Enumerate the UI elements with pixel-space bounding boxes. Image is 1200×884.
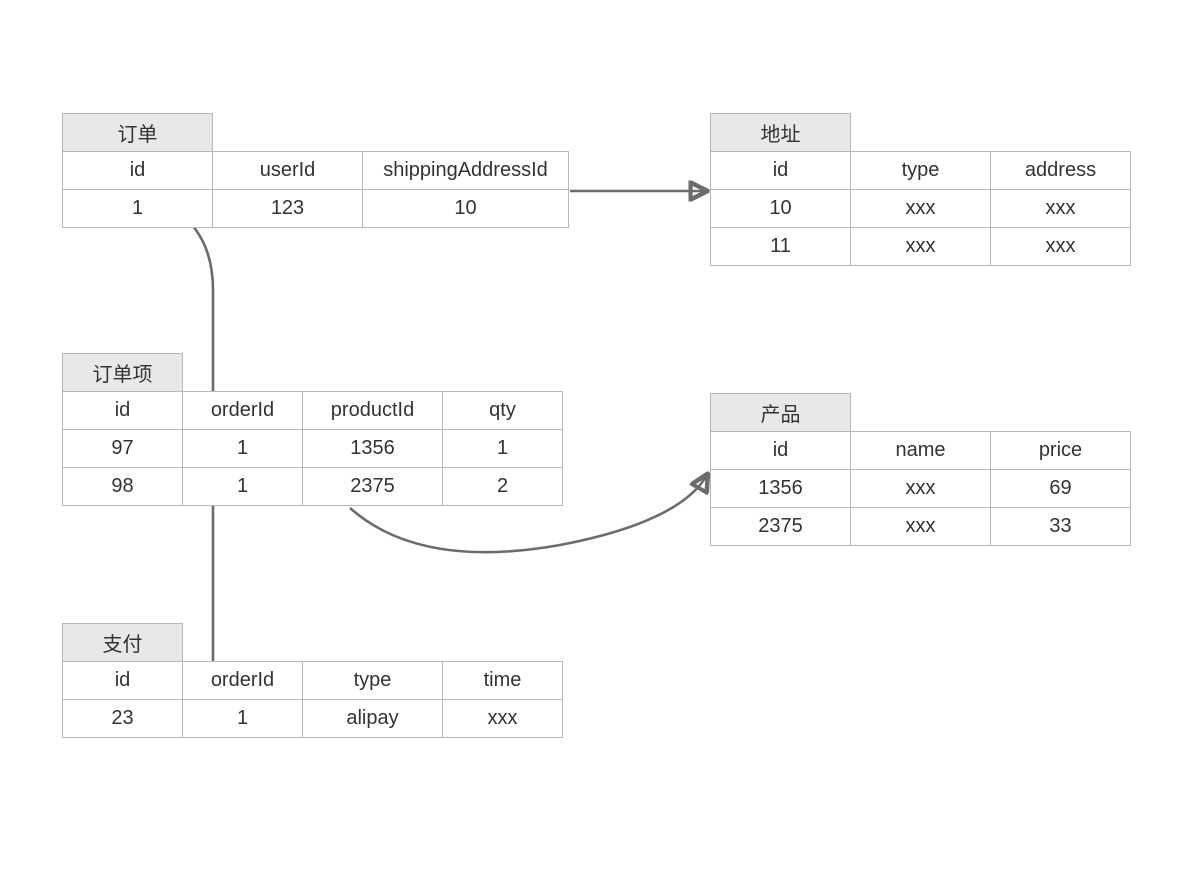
product-col-id: id [711,432,851,470]
address-title: 地址 [711,114,851,152]
product-col-price: price [991,432,1131,470]
address-col-type: type [851,152,991,190]
orderitem-col-id: id [63,392,183,430]
orderitem-col-productId: productId [303,392,443,430]
table-row: 11 xxx xxx [711,228,1131,266]
table-row: 2375 xxx 33 [711,508,1131,546]
payment-col-type: type [303,662,443,700]
order-col-id: id [63,152,213,190]
payment-title: 支付 [63,624,183,662]
payment-col-id: id [63,662,183,700]
address-col-id: id [711,152,851,190]
payment-table: 支付 id orderId type time 23 1 alipay xxx [62,623,563,738]
orderitem-col-orderId: orderId [183,392,303,430]
table-row: 23 1 alipay xxx [63,700,563,738]
orderitem-table: 订单项 id orderId productId qty 97 1 1356 1… [62,353,563,506]
order-title: 订单 [63,114,213,152]
table-row: 98 1 2375 2 [63,468,563,506]
payment-col-time: time [443,662,563,700]
order-col-shippingAddressId: shippingAddressId [363,152,569,190]
address-table: 地址 id type address 10 xxx xxx 11 xxx xxx [710,113,1131,266]
payment-col-orderId: orderId [183,662,303,700]
product-table: 产品 id name price 1356 xxx 69 2375 xxx 33 [710,393,1131,546]
table-row: 1356 xxx 69 [711,470,1131,508]
table-row: 10 xxx xxx [711,190,1131,228]
order-col-userId: userId [213,152,363,190]
table-row: 1 123 10 [63,190,569,228]
orderitem-title: 订单项 [63,354,183,392]
orderitem-col-qty: qty [443,392,563,430]
order-table: 订单 id userId shippingAddressId 1 123 10 [62,113,569,228]
address-col-address: address [991,152,1131,190]
product-title: 产品 [711,394,851,432]
product-col-name: name [851,432,991,470]
table-row: 97 1 1356 1 [63,430,563,468]
